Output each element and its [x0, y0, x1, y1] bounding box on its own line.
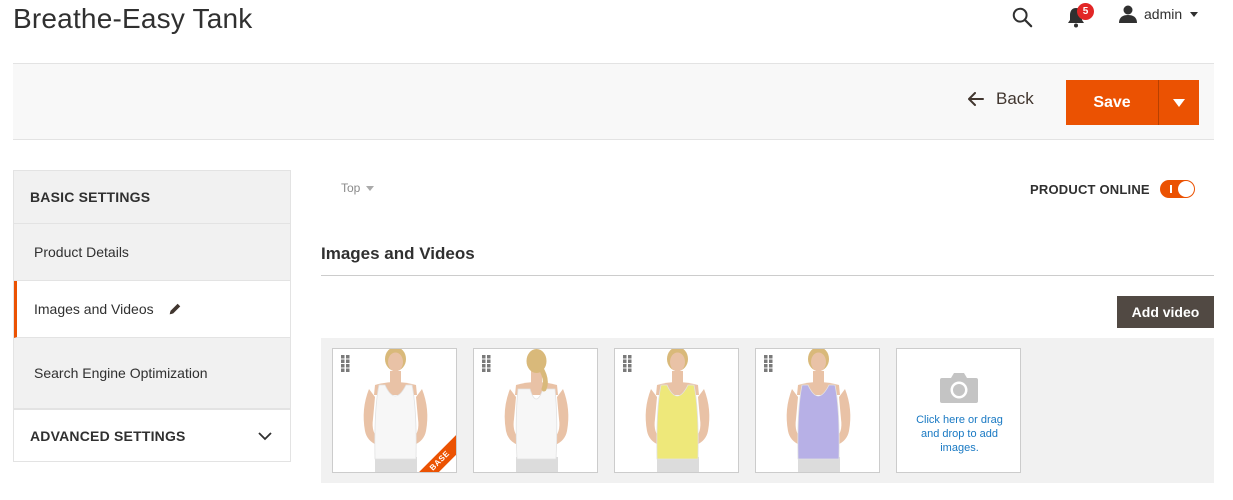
image-gallery: BASE Click here or drag and drop to add …: [321, 338, 1214, 483]
basic-settings-heading[interactable]: BASIC SETTINGS: [14, 171, 290, 224]
add-video-button[interactable]: Add video: [1117, 296, 1214, 328]
header-actions: 5 admin: [1000, 0, 1220, 32]
chevron-down-icon: [1190, 11, 1199, 17]
sidebar-item-label: Search Engine Optimization: [34, 365, 208, 381]
settings-sidebar: BASIC SETTINGS Product Details Images an…: [13, 170, 291, 462]
pencil-icon: [169, 303, 180, 315]
drag-handle-icon[interactable]: [482, 355, 491, 372]
upload-instructions: Click here or drag and drop to add image…: [916, 414, 1003, 454]
back-label: Back: [996, 89, 1034, 108]
user-menu[interactable]: admin: [1118, 4, 1199, 24]
sidebar-item-product-details[interactable]: Product Details: [14, 224, 290, 281]
drag-handle-icon[interactable]: [764, 355, 773, 372]
gallery-image[interactable]: [755, 348, 880, 473]
product-online-label: PRODUCT ONLINE: [1030, 181, 1150, 197]
camera-icon: [940, 373, 978, 403]
user-name: admin: [1144, 6, 1183, 22]
toggle-knob: [1177, 181, 1194, 197]
save-button[interactable]: Save: [1066, 80, 1158, 125]
save-button-group: Save: [1066, 80, 1199, 125]
caret-down-icon: [1173, 98, 1185, 107]
basic-settings-section: BASIC SETTINGS Product Details Images an…: [13, 170, 291, 409]
scope-label: Top: [341, 181, 361, 195]
save-options-toggle[interactable]: [1158, 80, 1199, 125]
page-actions-bar: Back Save: [13, 63, 1214, 140]
advanced-settings-toggle[interactable]: ADVANCED SETTINGS: [13, 409, 291, 462]
section-title[interactable]: Images and Videos: [321, 244, 475, 264]
store-scope-switcher[interactable]: Top: [341, 181, 375, 195]
product-online-toggle[interactable]: [1159, 180, 1195, 198]
search-icon[interactable]: [1011, 6, 1033, 28]
product-photo: [504, 349, 569, 472]
sidebar-item-images-and-videos[interactable]: Images and Videos: [14, 281, 290, 338]
sidebar-item-label: Product Details: [34, 244, 129, 260]
caret-down-icon: [366, 185, 375, 191]
product-online-switch: PRODUCT ONLINE: [1030, 180, 1195, 198]
section-divider: [321, 275, 1214, 276]
arrow-left-icon: [968, 92, 984, 106]
back-button[interactable]: Back: [968, 89, 1034, 109]
page-title: Breathe-Easy Tank: [13, 3, 253, 34]
drag-handle-icon[interactable]: [341, 355, 350, 372]
gallery-image[interactable]: BASE: [332, 348, 457, 473]
sidebar-item-search-engine-optimization[interactable]: Search Engine Optimization: [14, 338, 290, 408]
product-photo: [645, 349, 710, 472]
gallery-image[interactable]: [473, 348, 598, 473]
image-upload-dropzone[interactable]: Click here or drag and drop to add image…: [896, 348, 1021, 473]
product-photo: [786, 349, 851, 472]
notification-count-badge: 5: [1077, 3, 1094, 20]
drag-handle-icon[interactable]: [623, 355, 632, 372]
user-icon: [1119, 5, 1137, 23]
sidebar-item-label: Images and Videos: [34, 301, 154, 317]
advanced-settings-heading: ADVANCED SETTINGS: [30, 427, 186, 444]
gallery-image[interactable]: [614, 348, 739, 473]
chevron-down-icon: [258, 431, 272, 440]
toggle-on-indicator: [1169, 185, 1172, 193]
